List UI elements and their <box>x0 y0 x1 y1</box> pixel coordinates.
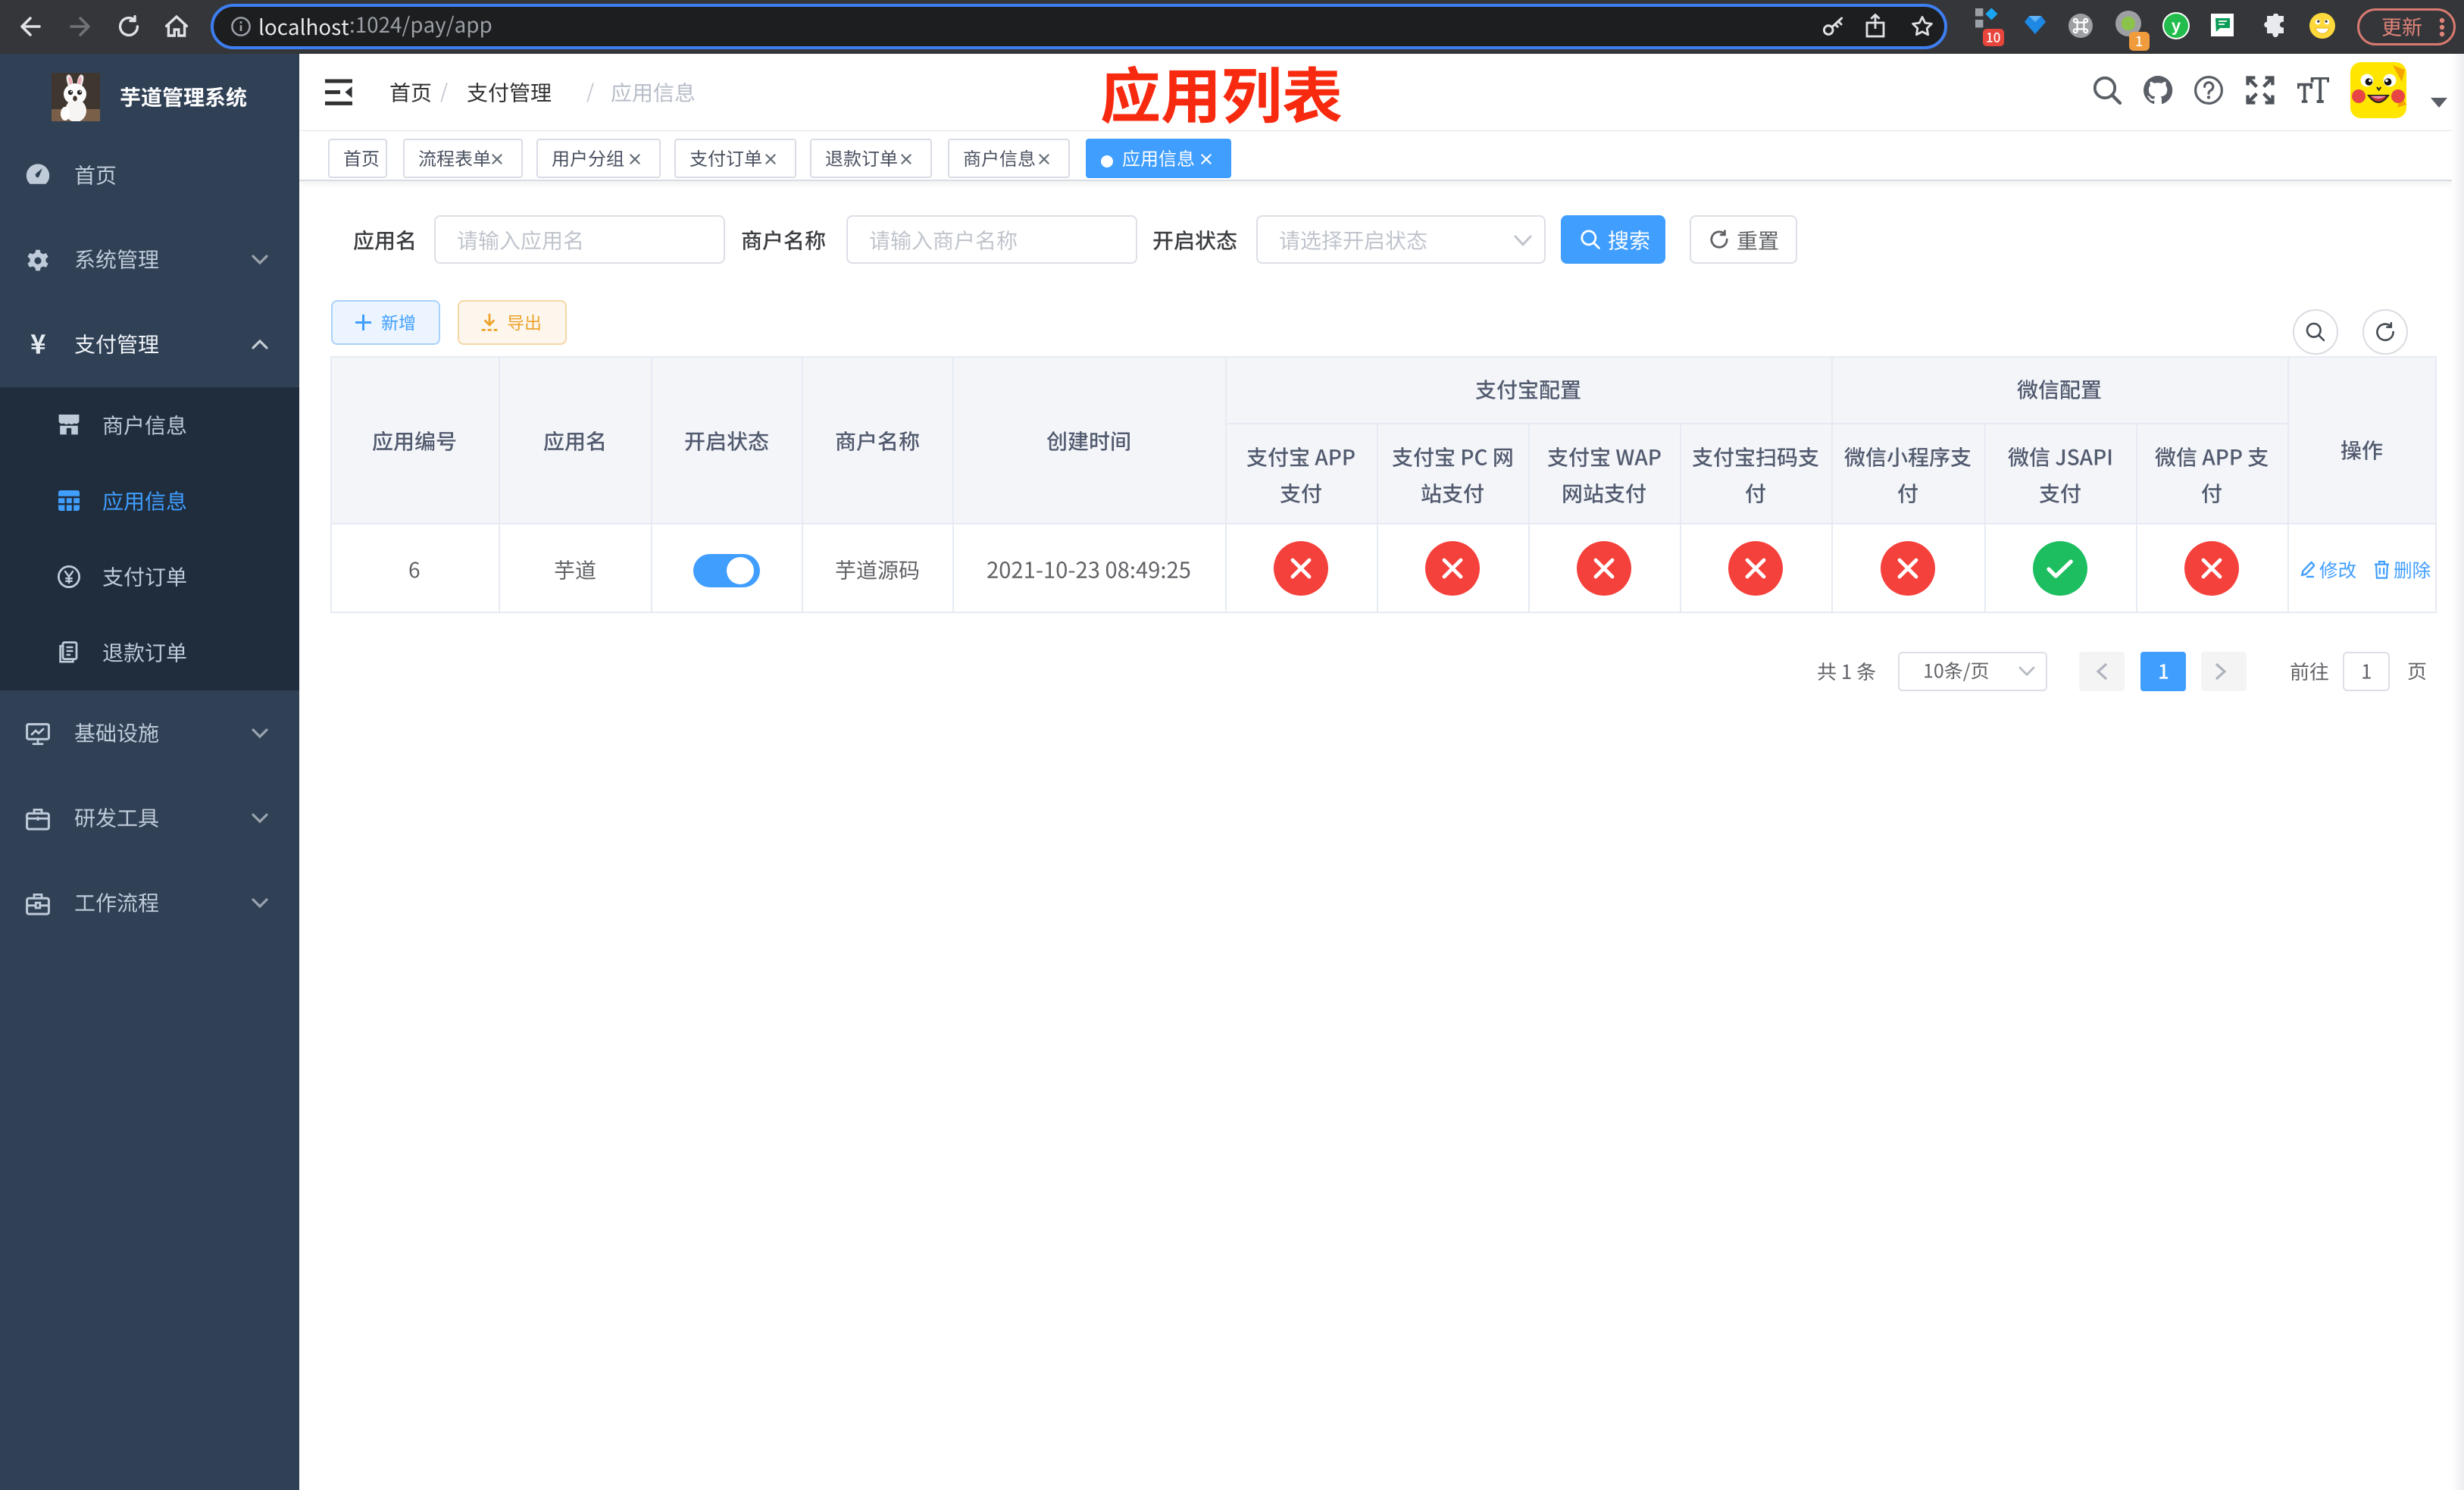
svg-text:y: y <box>2172 17 2181 36</box>
